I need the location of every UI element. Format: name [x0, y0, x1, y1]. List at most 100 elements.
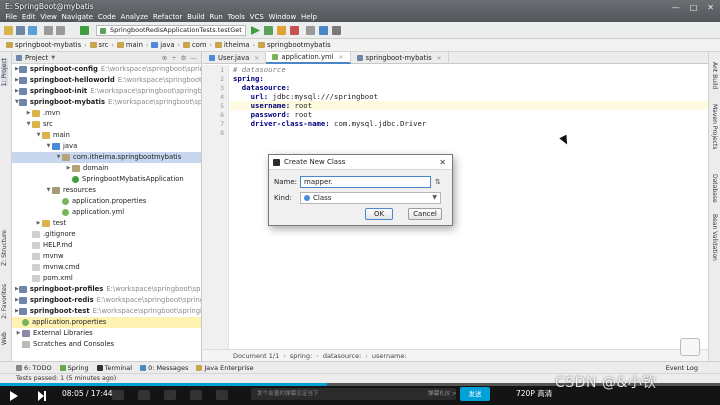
close-tab-icon[interactable]: × — [254, 55, 259, 62]
expand-arrow-icon[interactable]: ▼ — [45, 141, 52, 152]
expand-arrow-icon[interactable]: ▶ — [25, 108, 32, 119]
tree-row[interactable]: ▶ springboot-profiles E:\workspace\springb… — [12, 284, 201, 295]
tree-row[interactable]: ▶ External Libraries — [12, 328, 201, 339]
menu-view[interactable]: View — [38, 12, 59, 22]
gear-icon[interactable]: ⚙ — [181, 54, 187, 62]
tree-row[interactable]: pom.xml — [12, 273, 201, 284]
danmaku-etiquette-link[interactable]: 弹幕礼仪 > — [428, 388, 457, 400]
tree-row[interactable]: ▼ java — [12, 141, 201, 152]
ok-button[interactable]: OK — [365, 208, 393, 220]
open-folder-icon[interactable] — [4, 26, 13, 35]
tree-row[interactable]: ▼ src — [12, 119, 201, 130]
messages-tab[interactable]: 0: Messages — [140, 364, 188, 372]
send-danmaku-button[interactable]: 发送 — [460, 387, 490, 401]
menu-refactor[interactable]: Refactor — [151, 12, 185, 22]
java-enterprise-tab[interactable]: Java Enterprise — [196, 364, 254, 372]
danmaku-settings-icon[interactable] — [138, 390, 150, 400]
play-icon[interactable] — [10, 391, 18, 401]
dialog-close-icon[interactable]: ✕ — [439, 158, 446, 167]
tree-row[interactable]: ▶ springboot-redis E:\workspace\springboot… — [12, 295, 201, 306]
tree-row[interactable]: HELP.md — [12, 240, 201, 251]
sort-icon[interactable]: ⇅ — [435, 178, 441, 186]
project-view-select[interactable]: Project — [25, 54, 48, 62]
crumb-itheima[interactable]: itheima — [214, 41, 250, 49]
menu-vcs[interactable]: VCS — [247, 12, 266, 22]
tree-row[interactable]: ▼ springboot-mybatis E:\workspace\springbo… — [12, 97, 201, 108]
close-window-button[interactable]: ✕ — [707, 3, 714, 12]
crumb-main[interactable]: main — [116, 41, 143, 49]
expand-arrow-icon[interactable]: ▼ — [45, 185, 52, 196]
tree-row[interactable]: ▶ springboot-init E:\workspace\springboot\… — [12, 86, 201, 97]
cancel-button[interactable]: Cancel — [408, 208, 442, 220]
expand-arrow-icon[interactable]: ▼ — [35, 130, 42, 141]
tree-row[interactable]: mvnw.cmd — [12, 262, 201, 273]
bean-validation-tab[interactable]: Bean Validation — [711, 214, 718, 261]
crumb-com[interactable]: com — [182, 41, 206, 49]
quality-select[interactable]: 720P 高清 — [516, 388, 552, 399]
tree-row[interactable]: ▶ springboot-test E:\workspace\springboot\… — [12, 306, 201, 317]
tree-row[interactable]: ▼ main — [12, 130, 201, 141]
tree-row[interactable]: ▶ test — [12, 218, 201, 229]
menu-file[interactable]: File — [3, 12, 20, 22]
maven-projects-tab[interactable]: Maven Projects — [711, 104, 718, 149]
sdk-icon[interactable] — [319, 26, 328, 35]
minimize-button[interactable]: — — [672, 3, 680, 12]
save-icon[interactable] — [16, 26, 25, 35]
next-icon[interactable] — [38, 391, 46, 401]
expand-arrow-icon[interactable]: ▶ — [35, 218, 42, 229]
expand-arrow-icon[interactable]: ▶ — [65, 163, 72, 174]
expand-arrow-icon[interactable]: ▼ — [55, 152, 62, 163]
project-tool-tab[interactable]: 1: Project — [1, 58, 8, 87]
close-tab-icon[interactable]: × — [339, 54, 344, 61]
danmaku-mode-icon[interactable] — [216, 390, 228, 400]
structure-tool-tab[interactable]: Z: Structure — [1, 230, 8, 266]
terminal-tab[interactable]: Terminal — [96, 364, 132, 372]
editor-tab[interactable]: application.yml × — [266, 52, 351, 64]
ant-build-tab[interactable]: Ant Build — [711, 62, 718, 89]
build-hammer-icon[interactable] — [80, 26, 89, 35]
expand-arrow-icon[interactable]: ▼ — [25, 119, 32, 130]
editor-tab[interactable]: springboot-mybatis × — [351, 52, 449, 64]
close-tab-icon[interactable]: × — [437, 55, 442, 62]
tree-row[interactable]: ▶ domain — [12, 163, 201, 174]
stop-icon[interactable] — [290, 26, 299, 35]
menu-code[interactable]: Code — [95, 12, 118, 22]
tree-row[interactable]: ▼ resources — [12, 185, 201, 196]
locate-icon[interactable]: ⊕ — [162, 54, 167, 62]
tree-row[interactable]: SpringbootMybatisApplication — [12, 174, 201, 185]
tree-row[interactable]: .gitignore — [12, 229, 201, 240]
crumb-module[interactable]: springboot-mybatis — [6, 41, 81, 49]
coverage-icon[interactable] — [277, 26, 286, 35]
tv-icon[interactable] — [680, 338, 700, 356]
kind-select[interactable]: Class ▼ — [300, 192, 441, 204]
bc-datasource[interactable]: datasource: — [323, 352, 361, 360]
redo-icon[interactable] — [56, 26, 65, 35]
danmaku-toggle-icon[interactable] — [112, 390, 124, 400]
crumb-java[interactable]: java — [151, 41, 175, 49]
editor-tab[interactable]: User.java × — [203, 52, 267, 64]
danmaku-style-icon[interactable] — [190, 390, 202, 400]
tree-row[interactable]: ▶ springboot-helloworld E:\workspace\sprin… — [12, 75, 201, 86]
undo-icon[interactable] — [44, 26, 53, 35]
web-tool-tab[interactable]: Web — [1, 332, 8, 345]
tree-row[interactable]: ▶ .mvn — [12, 108, 201, 119]
run-icon[interactable] — [251, 26, 260, 35]
crumb-package[interactable]: springbootmybatis — [258, 41, 331, 49]
menu-window[interactable]: Window — [266, 12, 298, 22]
class-name-input[interactable]: mapper. — [300, 176, 431, 188]
collapse-icon[interactable]: ÷ — [171, 54, 176, 62]
bc-username[interactable]: username: — [372, 352, 407, 360]
tree-row[interactable]: ▼ com.itheima.springbootmybatis — [12, 152, 201, 163]
debug-icon[interactable] — [264, 26, 273, 35]
favorites-tool-tab[interactable]: 2: Favorites — [1, 284, 8, 319]
todo-tab[interactable]: 6: TODO — [16, 364, 52, 372]
spring-tab[interactable]: Spring — [59, 364, 89, 372]
danmaku-input[interactable]: 发个友善的弹幕见证当下 — [251, 388, 456, 400]
tree-row[interactable]: ▶ springboot-config E:\workspace\springboo… — [12, 64, 201, 75]
expand-arrow-icon[interactable]: ▶ — [15, 328, 22, 339]
tree-row[interactable]: application.properties — [12, 196, 201, 207]
menu-tools[interactable]: Tools — [225, 12, 247, 22]
tree-row[interactable]: application.properties — [12, 317, 201, 328]
database-tab[interactable]: Database — [711, 174, 718, 203]
danmaku-list-icon[interactable] — [164, 390, 176, 400]
